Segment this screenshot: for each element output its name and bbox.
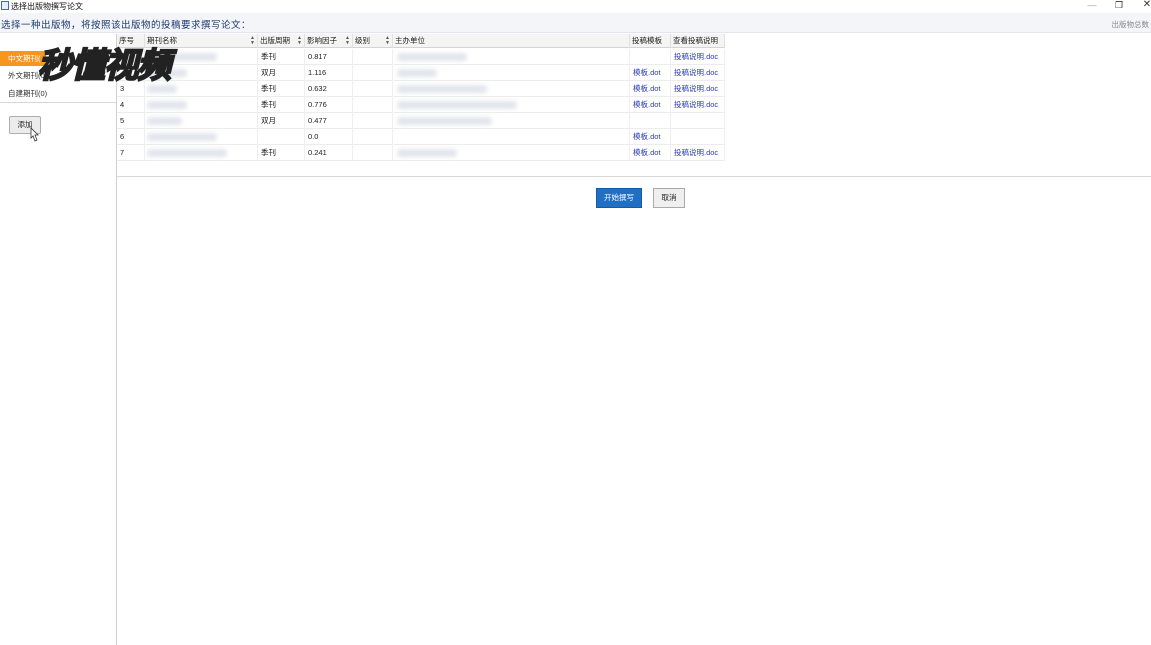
cell-impact-factor: 0.0 — [305, 129, 353, 145]
restore-button[interactable]: ❐ — [1112, 0, 1126, 11]
cell-cycle: 季刊 — [258, 49, 305, 65]
cell-sponsor — [393, 129, 630, 145]
start-writing-button[interactable]: 开始撰写 — [596, 188, 642, 208]
table-row[interactable]: 3 季刊 0.632 模板.dot 投稿说明.doc — [117, 81, 725, 97]
window-title: 选择出版物撰写论文 — [11, 2, 83, 11]
redacted-text — [147, 101, 187, 109]
instruction-bar: 选择一种出版物，将按照该出版物的投稿要求撰写论文： 出版物总数 — [0, 13, 1151, 33]
video-watermark-logo: 秒懂视频 — [37, 45, 172, 87]
cell-level — [353, 81, 393, 97]
cell-level — [353, 49, 393, 65]
cell-journal-name — [145, 113, 258, 129]
redacted-text — [147, 117, 182, 125]
column-header-cycle[interactable]: 出版周期 ▲ ▼ — [258, 34, 305, 48]
cell-level — [353, 129, 393, 145]
mouse-cursor-icon — [30, 127, 39, 142]
cell-index: 7 — [117, 145, 145, 161]
table-row[interactable]: 6 0.0 模板.dot — [117, 129, 725, 145]
sidebar-item-custom-journals[interactable]: 自建期刊(0) — [0, 86, 116, 101]
app-icon — [1, 1, 9, 10]
template-link — [630, 49, 671, 65]
title-bar: 选择出版物撰写论文 — ❐ ✕ — [0, 0, 1151, 12]
cell-index: 6 — [117, 129, 145, 145]
redacted-text — [397, 85, 487, 93]
cell-cycle: 季刊 — [258, 97, 305, 113]
cell-impact-factor: 0.632 — [305, 81, 353, 97]
redacted-text — [147, 133, 217, 141]
guide-link — [671, 113, 725, 129]
cell-index: 4 — [117, 97, 145, 113]
column-header-sponsor[interactable]: 主办单位 — [393, 34, 630, 48]
sort-icon: ▲ ▼ — [250, 35, 255, 46]
cell-sponsor — [393, 49, 630, 65]
content-divider — [117, 176, 1151, 177]
cell-index: 5 — [117, 113, 145, 129]
redacted-text — [397, 53, 467, 61]
column-header-level[interactable]: 级别 ▲ ▼ — [353, 34, 393, 48]
cancel-button[interactable]: 取消 — [653, 188, 685, 208]
cell-sponsor — [393, 81, 630, 97]
cell-cycle: 双月 — [258, 113, 305, 129]
redacted-text — [397, 101, 517, 109]
cell-level — [353, 145, 393, 161]
cell-cycle: 双月 — [258, 65, 305, 81]
cell-impact-factor: 0.817 — [305, 49, 353, 65]
cell-impact-factor: 1.116 — [305, 65, 353, 81]
column-header-impact-factor[interactable]: 影响因子 ▲ ▼ — [305, 34, 353, 48]
template-link[interactable]: 模板.dot — [630, 65, 671, 81]
guide-link[interactable]: 投稿说明.doc — [671, 81, 725, 97]
sort-icon: ▲ ▼ — [297, 35, 302, 46]
cell-cycle: 季刊 — [258, 145, 305, 161]
cell-level — [353, 113, 393, 129]
cell-sponsor — [393, 97, 630, 113]
template-link[interactable]: 模板.dot — [630, 145, 671, 161]
guide-link[interactable]: 投稿说明.doc — [671, 49, 725, 65]
cell-sponsor — [393, 145, 630, 161]
guide-link[interactable]: 投稿说明.doc — [671, 65, 725, 81]
guide-link — [671, 129, 725, 145]
cell-impact-factor: 0.477 — [305, 113, 353, 129]
cell-cycle — [258, 129, 305, 145]
cell-impact-factor: 0.241 — [305, 145, 353, 161]
redacted-text — [397, 117, 492, 125]
cell-journal-name — [145, 145, 258, 161]
redacted-text — [397, 149, 457, 157]
table-row[interactable]: 7 季刊 0.241 模板.dot 投稿说明.doc — [117, 145, 725, 161]
guide-link[interactable]: 投稿说明.doc — [671, 145, 725, 161]
instruction-text: 选择一种出版物，将按照该出版物的投稿要求撰写论文： — [1, 20, 252, 31]
publication-total-label: 出版物总数 — [1111, 20, 1150, 29]
sort-icon: ▲ ▼ — [385, 35, 390, 46]
cell-impact-factor: 0.776 — [305, 97, 353, 113]
cell-journal-name — [145, 97, 258, 113]
minimize-button[interactable]: — — [1085, 0, 1099, 11]
guide-link[interactable]: 投稿说明.doc — [671, 97, 725, 113]
cell-level — [353, 65, 393, 81]
close-button[interactable]: ✕ — [1140, 0, 1151, 11]
cell-sponsor — [393, 65, 630, 81]
cell-sponsor — [393, 113, 630, 129]
table-row[interactable]: 5 双月 0.477 — [117, 113, 725, 129]
cell-level — [353, 97, 393, 113]
publication-category-sidebar: 中文期刊( 外文期刊(0) 自建期刊(0) 添加 — [0, 34, 117, 645]
sidebar-divider — [0, 102, 116, 103]
template-link[interactable]: 模板.dot — [630, 129, 671, 145]
sort-icon: ▲ ▼ — [345, 35, 350, 46]
cell-cycle: 季刊 — [258, 81, 305, 97]
template-link — [630, 113, 671, 129]
redacted-text — [397, 69, 437, 77]
redacted-text — [147, 149, 227, 157]
column-header-guide[interactable]: 查看投稿说明 — [671, 34, 725, 48]
template-link[interactable]: 模板.dot — [630, 97, 671, 113]
table-row[interactable]: 4 季刊 0.776 模板.dot 投稿说明.doc — [117, 97, 725, 113]
column-header-template[interactable]: 投稿模板 — [630, 34, 671, 48]
template-link[interactable]: 模板.dot — [630, 81, 671, 97]
cell-journal-name — [145, 129, 258, 145]
